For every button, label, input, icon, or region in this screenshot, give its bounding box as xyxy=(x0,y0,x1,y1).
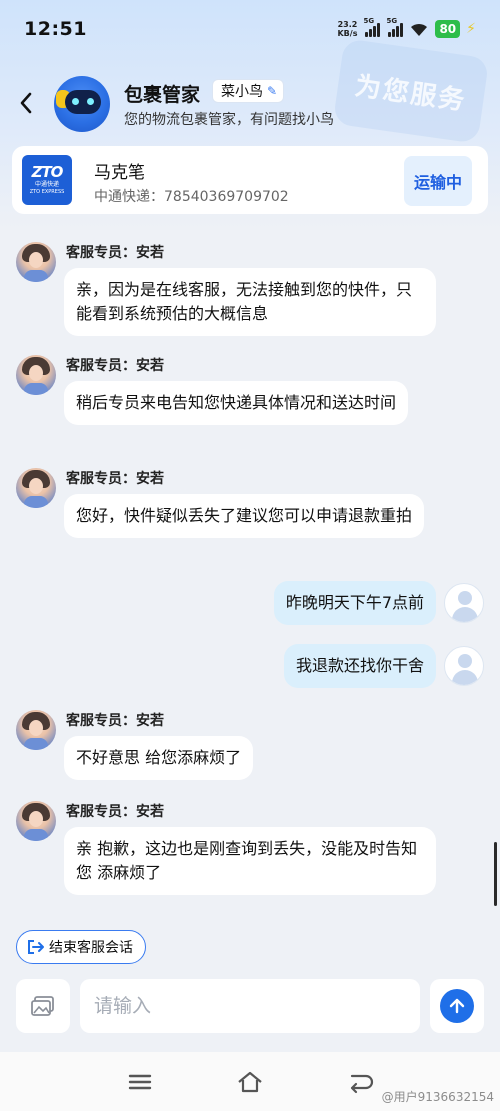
pencil-icon: ✎ xyxy=(267,84,278,98)
footer-watermark: @用户9136632154 xyxy=(381,1090,494,1104)
agent-avatar[interactable] xyxy=(16,242,56,282)
assistant-name-chip[interactable]: 菜小鸟 ✎ xyxy=(212,79,285,103)
agent-name: 客服专员：安若 xyxy=(66,804,164,820)
menu-icon xyxy=(128,1074,152,1090)
agent-name: 客服专员：安若 xyxy=(66,358,164,374)
home-icon xyxy=(238,1071,262,1093)
system-nav-bar: @用户9136632154 xyxy=(0,1052,500,1111)
network-speed-value: 23.2 xyxy=(337,20,358,29)
image-icon xyxy=(31,996,54,1016)
signal-icon-sim1: 5G xyxy=(363,17,381,37)
user-avatar[interactable] xyxy=(444,583,484,623)
back-button[interactable] xyxy=(14,88,40,118)
page-title: 包裹管家 xyxy=(124,84,201,106)
message-bubble[interactable]: 不好意思 给您添麻烦了 xyxy=(64,736,254,780)
exit-icon xyxy=(28,940,44,954)
charging-icon: ⚡ xyxy=(466,21,476,37)
agent-name: 客服专员：安若 xyxy=(66,471,164,487)
agent-avatar[interactable] xyxy=(16,468,56,508)
agent-name: 客服专员：安若 xyxy=(66,713,164,729)
package-status-button[interactable]: 运输中 xyxy=(404,156,472,206)
send-button[interactable] xyxy=(440,989,474,1023)
assistant-avatar[interactable] xyxy=(54,76,110,132)
message-bubble[interactable]: 昨晚明天下午7点前 xyxy=(273,581,436,625)
header-subtitle: 您的物流包裹管家，有问题找小鸟 xyxy=(124,112,334,128)
menu-button[interactable] xyxy=(126,1070,154,1094)
end-session-button[interactable]: 结束客服会话 xyxy=(16,930,146,964)
chevron-left-icon xyxy=(20,92,32,114)
logo-subtext: 中通快递 xyxy=(34,181,59,188)
status-time: 12:51 xyxy=(24,18,87,40)
tracking-number: 中通快递：78540369709702 xyxy=(94,189,289,205)
message-bubble[interactable]: 稍后专员来电告知您快递具体情况和送达时间 xyxy=(64,381,409,425)
agent-avatar[interactable] xyxy=(16,355,56,395)
scrollbar[interactable] xyxy=(494,842,497,906)
agent-avatar[interactable] xyxy=(16,801,56,841)
wifi-icon xyxy=(409,21,429,37)
logo-tiny-text: ZTO EXPRESS xyxy=(29,189,65,195)
sim1-tag: 5G xyxy=(363,17,375,25)
end-session-label: 结束客服会话 xyxy=(49,940,133,956)
back-nav-button[interactable] xyxy=(346,1070,374,1094)
message-bubble[interactable]: 您好，快件疑似丢失了建议您可以申请退款重拍 xyxy=(64,494,425,538)
package-card[interactable]: ZTO 中通快递 ZTO EXPRESS 马克笔 中通快递：7854036970… xyxy=(12,146,488,214)
message-bubble[interactable]: 亲 抱歉，这边也是刚查询到丢失，没能及时告知您 添麻烦了 xyxy=(64,827,436,895)
network-speed-unit: KB/s xyxy=(337,29,358,38)
message-input[interactable] xyxy=(80,979,420,1033)
arrow-up-icon xyxy=(449,998,465,1014)
message-bubble[interactable]: 我退款还找你干舍 xyxy=(283,644,436,688)
agent-name: 客服专员：安若 xyxy=(66,245,164,261)
zto-logo: ZTO 中通快递 ZTO EXPRESS xyxy=(22,155,72,205)
agent-avatar[interactable] xyxy=(16,710,56,750)
package-name: 马克笔 xyxy=(94,163,145,183)
logo-text: ZTO xyxy=(31,163,64,181)
assistant-name: 菜小鸟 xyxy=(221,84,263,100)
battery-icon: 80 xyxy=(435,20,461,38)
sim2-tag: 5G xyxy=(386,17,398,25)
image-upload-button[interactable] xyxy=(16,979,70,1033)
return-icon xyxy=(350,1074,374,1094)
signal-icon-sim2: 5G xyxy=(386,17,404,37)
input-bar xyxy=(0,972,500,1044)
home-button[interactable] xyxy=(236,1070,264,1094)
network-speed: 23.2 KB/s xyxy=(337,20,357,38)
user-avatar[interactable] xyxy=(444,646,484,686)
message-bubble[interactable]: 亲，因为是在线客服，无法接触到您的快件，只能看到系统预估的大概信息 xyxy=(64,268,436,336)
status-icons: 23.2 KB/s 5G 5G 80 ⚡ xyxy=(337,17,476,38)
send-button-container xyxy=(430,979,484,1033)
